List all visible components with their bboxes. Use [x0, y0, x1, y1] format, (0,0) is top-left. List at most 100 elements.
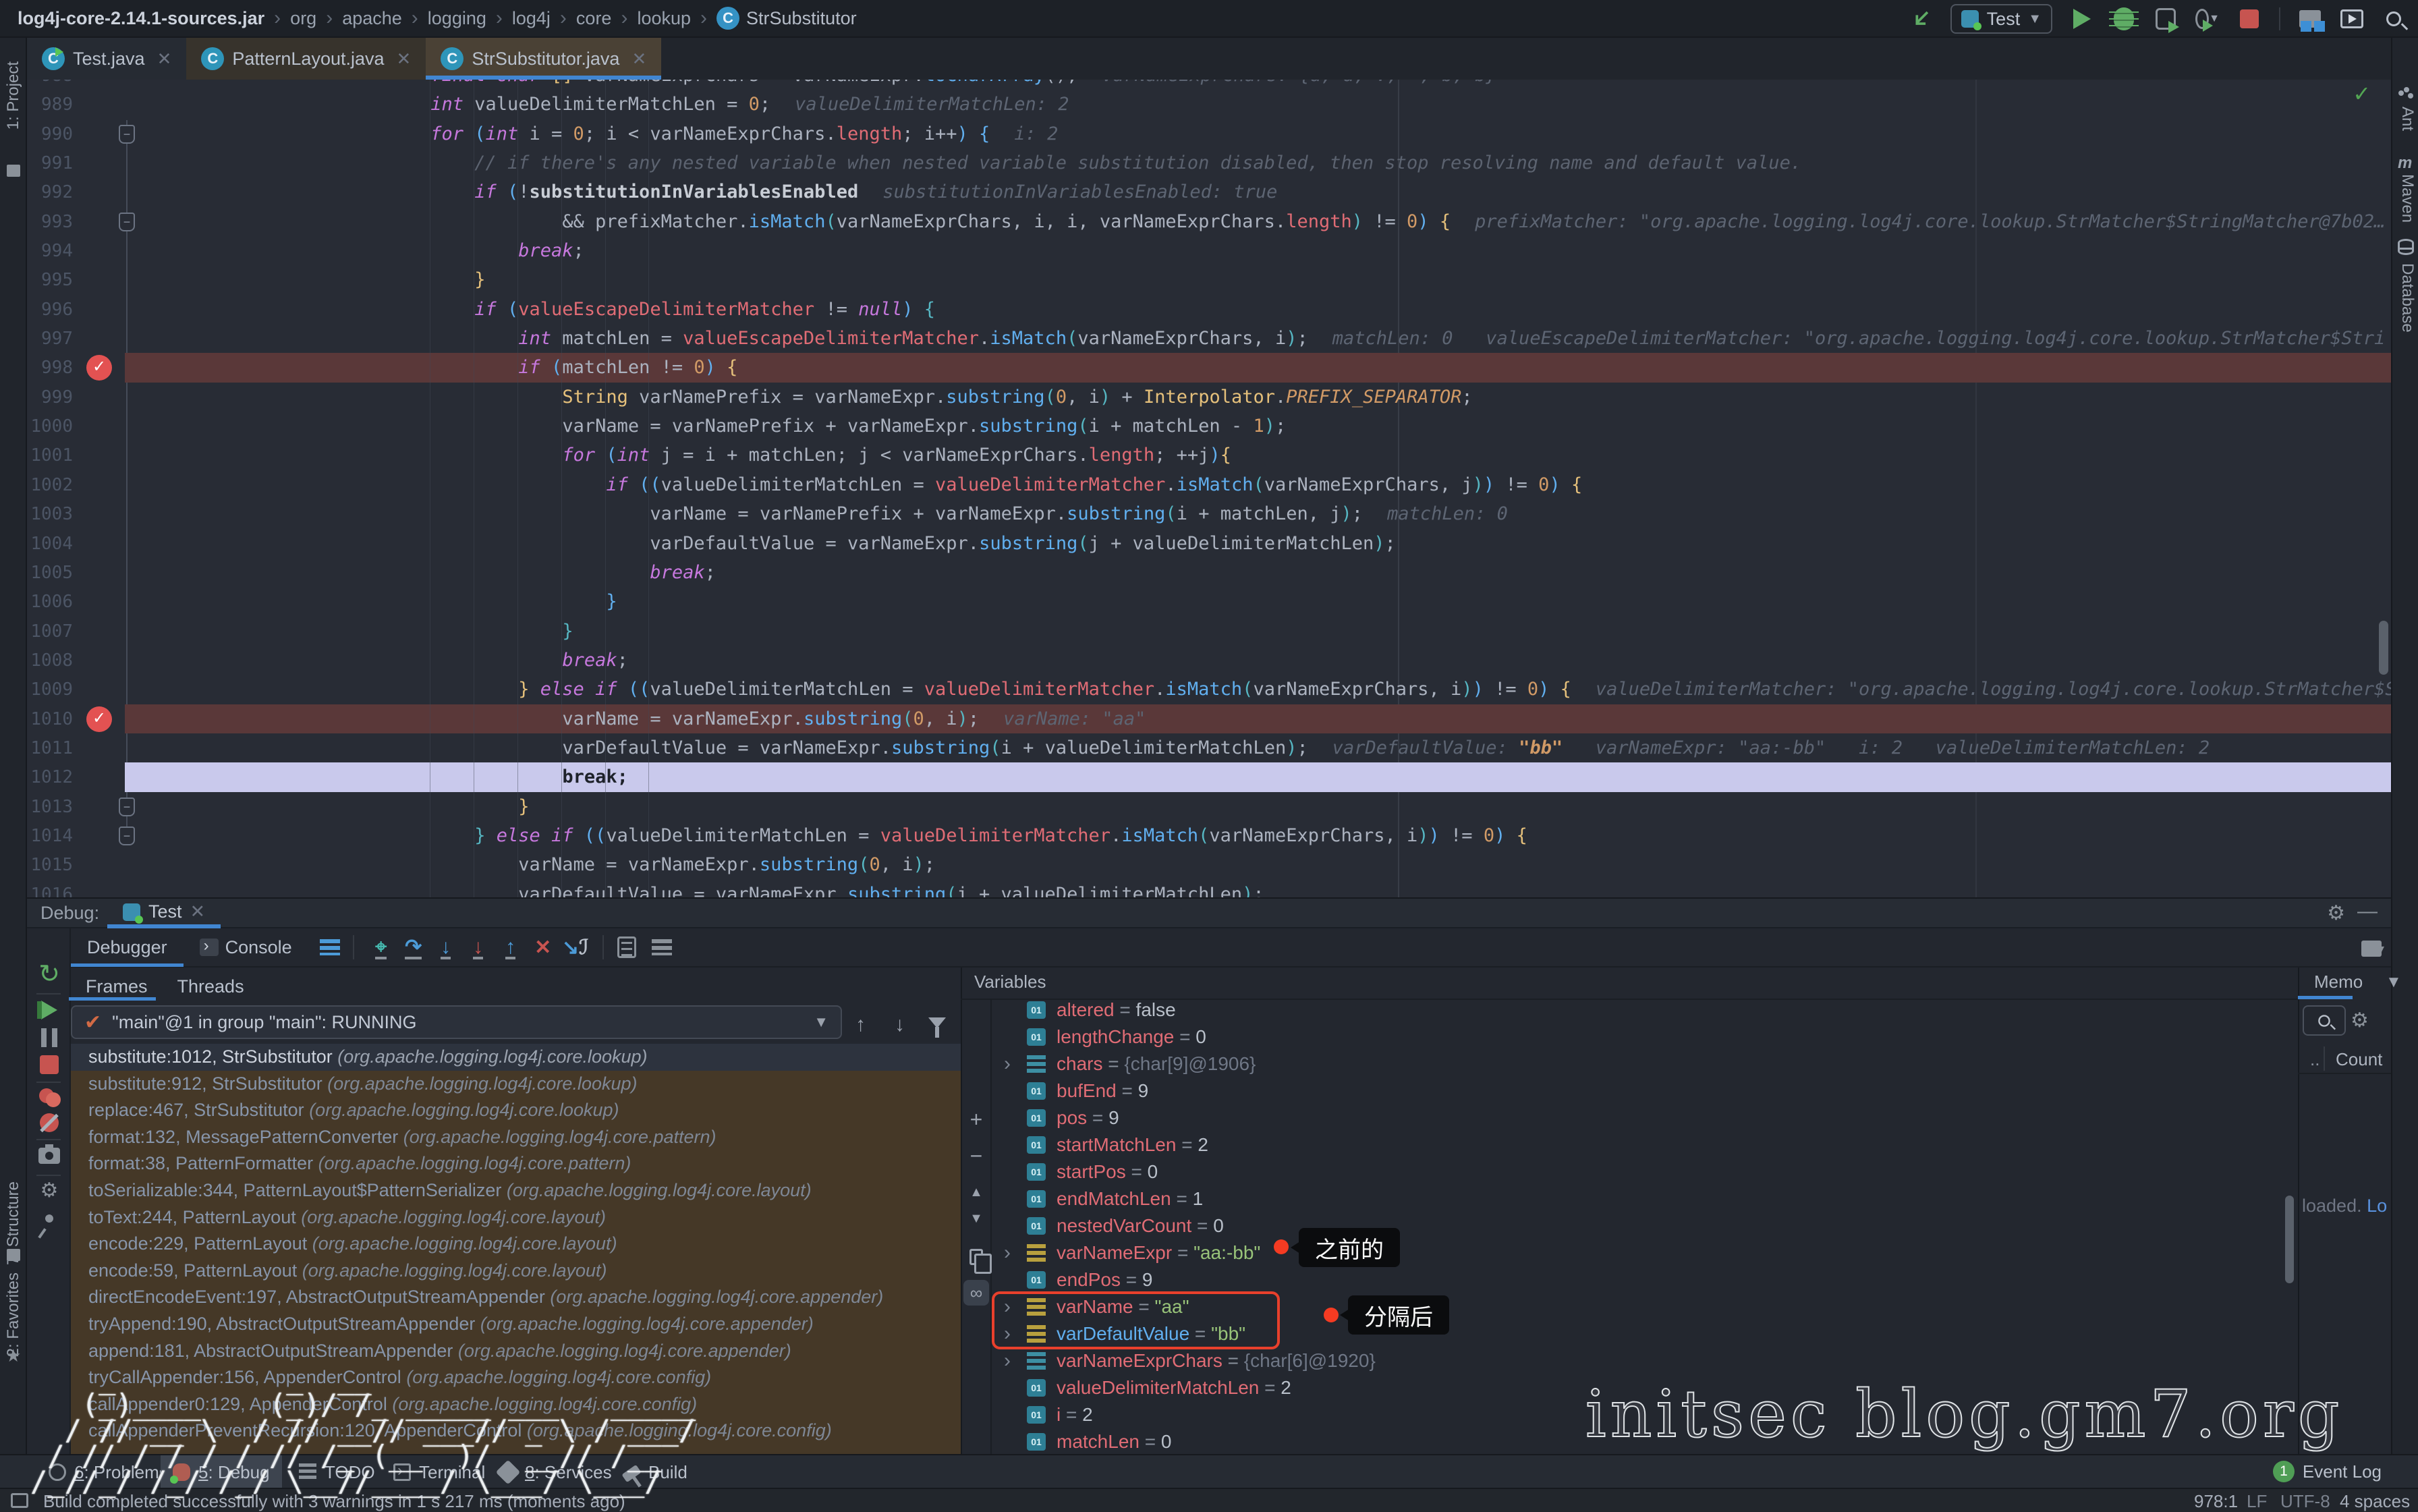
code-line-988[interactable]: 988final char [] varNameExprChars = varN…: [27, 80, 2391, 90]
filter-frames-icon[interactable]: [928, 1017, 946, 1028]
close-tab-icon[interactable]: ✕: [157, 49, 172, 69]
move-down-icon[interactable]: ▼: [963, 1206, 989, 1231]
step-out-button[interactable]: ↑: [495, 936, 527, 959]
stack-frame-row[interactable]: callAppender0:129, AppenderControl (org.…: [71, 1391, 961, 1418]
debug-gear-icon[interactable]: ⚙: [36, 1177, 62, 1203]
run-anything-icon[interactable]: [2340, 7, 2364, 31]
inspections-ok-icon[interactable]: ✓: [2353, 81, 2371, 107]
tool-stripe-project[interactable]: 1: Project: [4, 61, 23, 130]
mute-breakpoints-button[interactable]: [36, 1110, 62, 1136]
stack-frame-row[interactable]: toSerializable:344, PatternLayout$Patter…: [71, 1177, 961, 1204]
view-breakpoints-button[interactable]: [36, 1084, 62, 1110]
memory-search-button[interactable]: [2303, 1005, 2346, 1036]
drop-frame-button[interactable]: ✕: [527, 936, 559, 959]
run-to-cursor-button[interactable]: ↘ℐ: [559, 936, 592, 959]
stack-frame-row[interactable]: replace:467, StrSubstitutor (org.apache.…: [71, 1097, 961, 1124]
code-line-996[interactable]: 996if (valueEscapeDelimiterMatcher != nu…: [27, 295, 2391, 324]
more-settings-icon[interactable]: [650, 935, 674, 959]
tab-console[interactable]: Console: [184, 928, 308, 967]
tab-threads[interactable]: Threads: [163, 967, 259, 1006]
pause-button[interactable]: [36, 1025, 62, 1051]
breadcrumb-leaf[interactable]: CStrSubstitutor: [716, 7, 857, 30]
close-tab-icon[interactable]: ✕: [397, 49, 412, 69]
code-editor[interactable]: 988final char [] varNameExprChars = varN…: [27, 80, 2391, 897]
stack-frame-row[interactable]: format:132, MessagePatternConverter (org…: [71, 1124, 961, 1151]
code-line-991[interactable]: 991// if there's any nested variable whe…: [27, 148, 2391, 177]
variable-row-nestedVarCount[interactable]: 01nestedVarCount = 0: [992, 1212, 2285, 1239]
code-line-998[interactable]: 998✓if (matchLen != 0) {: [27, 353, 2391, 382]
chevron-right-icon[interactable]: ›: [1004, 1347, 1011, 1374]
variable-row-endMatchLen[interactable]: 01endMatchLen = 1: [992, 1185, 2285, 1212]
code-line-1000[interactable]: 1000varName = varNamePrefix + varNameExp…: [27, 412, 2391, 441]
variable-row-pos[interactable]: 01pos = 9: [992, 1104, 2285, 1131]
variable-row-valueDelimiterMatchLen[interactable]: 01valueDelimiterMatchLen = 2: [992, 1374, 2285, 1401]
tool-window-button-problems[interactable]: 6: Problems: [36, 1455, 180, 1489]
hide-tool-window-icon[interactable]: —: [2357, 900, 2378, 923]
editor-scrollbar[interactable]: [2379, 621, 2388, 675]
tool-window-button-todo[interactable]: TODO: [287, 1455, 387, 1489]
code-line-995[interactable]: 995}: [27, 265, 2391, 294]
stack-frame-row[interactable]: append:181, AbstractOutputStreamAppender…: [71, 1338, 961, 1365]
code-line-1015[interactable]: 1015varName = varNameExpr.substring(0, i…: [27, 850, 2391, 879]
tool-stripe-maven[interactable]: Maven: [2398, 174, 2417, 223]
variable-row-varNameExprChars[interactable]: ›varNameExprChars = {char[6]@1920}: [992, 1347, 2285, 1374]
variable-row-bufEnd[interactable]: 01bufEnd = 9: [992, 1077, 2285, 1104]
indent-setting[interactable]: 4 spaces: [2340, 1491, 2410, 1512]
caret-position[interactable]: 978:1: [2194, 1491, 2238, 1512]
breadcrumb-item[interactable]: lookup: [637, 8, 691, 29]
frame-down-icon[interactable]: ↓: [895, 1013, 905, 1036]
tool-stripe-database[interactable]: Database: [2398, 263, 2417, 333]
code-line-1006[interactable]: 1006}: [27, 587, 2391, 616]
run-configuration-select[interactable]: Test ▼: [1950, 4, 2052, 34]
move-up-icon[interactable]: ▲: [963, 1179, 989, 1205]
resume-button[interactable]: [36, 997, 62, 1023]
code-line-1005[interactable]: 1005break;: [27, 558, 2391, 587]
code-line-992[interactable]: 992if (!substitutionInVariablesEnabledsu…: [27, 177, 2391, 206]
tool-window-button-build[interactable]: Build: [611, 1455, 700, 1489]
debug-session-tab[interactable]: Test✕: [123, 901, 205, 922]
add-watch-button[interactable]: +: [963, 1107, 989, 1132]
code-line-1007[interactable]: 1007}: [27, 617, 2391, 646]
memory-count-column[interactable]: Count: [2336, 1049, 2382, 1070]
breadcrumb-item[interactable]: apache: [342, 8, 402, 29]
coverage-button[interactable]: [2154, 7, 2178, 31]
remove-watch-button[interactable]: −: [963, 1143, 989, 1169]
show-execution-point-button[interactable]: ⌖: [365, 936, 397, 959]
debug-button[interactable]: [2112, 7, 2136, 31]
breakpoint-icon[interactable]: ✓: [86, 355, 112, 381]
breakpoint-icon[interactable]: ✓: [86, 706, 112, 732]
tool-window-button-services[interactable]: 8: Services: [487, 1455, 624, 1489]
tool-window-button-terminal[interactable]: Terminal: [381, 1455, 497, 1489]
fold-marker-icon[interactable]: −: [119, 797, 135, 816]
layout-settings-icon[interactable]: [318, 935, 342, 959]
code-line-1010[interactable]: 1010✓varName = varNameExpr.substring(0, …: [27, 704, 2391, 733]
code-line-1016[interactable]: 1016varDefaultValue = varNameExpr.substr…: [27, 880, 2391, 897]
code-line-990[interactable]: 990−for (int i = 0; i < varNameExprChars…: [27, 119, 2391, 148]
force-step-into-button[interactable]: ↓: [462, 936, 495, 959]
run-button[interactable]: [2070, 7, 2094, 31]
variable-row-startMatchLen[interactable]: 01startMatchLen = 2: [992, 1131, 2285, 1158]
variable-row-endPos[interactable]: 01endPos = 9: [992, 1266, 2285, 1293]
code-line-989[interactable]: 989int valueDelimiterMatchLen = 0;valueD…: [27, 90, 2391, 119]
tab-debugger[interactable]: Debugger: [71, 928, 184, 967]
code-line-1003[interactable]: 1003varName = varNamePrefix + varNameExp…: [27, 499, 2391, 528]
breadcrumb-item[interactable]: log4j: [512, 8, 551, 29]
fold-marker-icon[interactable]: −: [119, 827, 135, 845]
duplicate-icon[interactable]: [963, 1244, 989, 1270]
variable-row-startPos[interactable]: 01startPos = 0: [992, 1158, 2285, 1185]
close-icon[interactable]: ✕: [190, 901, 206, 922]
stack-frame-row[interactable]: directEncodeEvent:197, AbstractOutputStr…: [71, 1284, 961, 1311]
breadcrumb-item[interactable]: org: [290, 8, 316, 29]
variable-row-varNameExpr[interactable]: ›varNameExpr = "aa:-bb": [992, 1239, 2285, 1266]
chevron-right-icon[interactable]: ›: [1004, 1239, 1011, 1266]
variable-row-lengthChange[interactable]: 01lengthChange = 0: [992, 1024, 2285, 1051]
chevron-right-icon[interactable]: ›: [1004, 1051, 1011, 1077]
rerun-button[interactable]: ↻: [36, 961, 62, 986]
stack-frame-row[interactable]: toText:244, PatternLayout (org.apache.lo…: [71, 1204, 961, 1231]
code-line-1001[interactable]: 1001for (int j = i + matchLen; j < varNa…: [27, 441, 2391, 470]
stack-frame-row[interactable]: substitute:912, StrSubstitutor (org.apac…: [71, 1071, 961, 1098]
panel-layout-icon[interactable]: [2361, 941, 2382, 957]
code-line-1004[interactable]: 1004varDefaultValue = varNameExpr.substr…: [27, 529, 2391, 558]
code-line-993[interactable]: 993−&& prefixMatcher.isMatch(varNameExpr…: [27, 207, 2391, 236]
stack-frame-row[interactable]: format:38, PatternFormatter (org.apache.…: [71, 1150, 961, 1177]
